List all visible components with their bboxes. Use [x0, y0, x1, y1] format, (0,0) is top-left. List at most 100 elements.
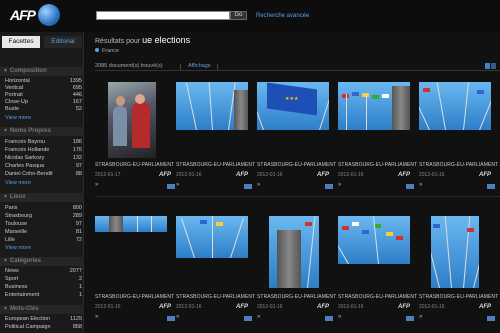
facet-label: Marseille — [5, 229, 28, 235]
expand-icon[interactable]: » — [338, 314, 341, 320]
top-bar: AFP Go Recherche avancée — [0, 0, 500, 32]
select-checkbox[interactable] — [487, 184, 495, 189]
facet-row[interactable]: Marseille 81 — [0, 229, 84, 236]
select-checkbox[interactable] — [406, 316, 414, 321]
photo-thumbnail[interactable] — [269, 216, 319, 288]
facet-header-noms-propres[interactable]: ▼ Noms Propres — [0, 127, 84, 136]
photo-card[interactable]: STRASBOURG-EU-PARLIAMENT 2012-01-16 AFP … — [419, 212, 500, 332]
expand-icon[interactable]: » — [176, 182, 179, 188]
facet-row[interactable]: Portrait 446 — [0, 92, 84, 99]
facet-row[interactable]: Buste 52 — [0, 106, 84, 113]
photo-card[interactable]: STRASBOURG-EU-PARLIAMENT 2012-01-16 AFP … — [176, 80, 260, 200]
photo-thumbnail[interactable] — [108, 82, 156, 158]
photo-card[interactable]: STRASBOURG-EU-PARLIAMENT 2012-01-17 AFP … — [95, 80, 179, 200]
photo-thumbnail[interactable] — [338, 216, 410, 264]
collapse-arrow-icon: ▼ — [3, 258, 8, 264]
facet-label: Daniel Cohn-Bendit — [5, 171, 53, 177]
photo-card[interactable]: STRASBOURG-EU-PARLIAMENT 2012-01-16 AFP … — [95, 212, 179, 332]
expand-icon[interactable]: » — [338, 182, 341, 188]
advanced-search-link[interactable]: Recherche avancée — [256, 13, 309, 19]
afp-logo[interactable]: AFP — [8, 4, 60, 26]
facet-count: 2077 — [69, 268, 82, 274]
facet-row[interactable]: Francois Bayrou 186 — [0, 139, 84, 146]
view-mode-buttons — [485, 63, 497, 70]
photo-card[interactable]: STRASBOURG-EU-PARLIAMENT 2012-01-16 AFP … — [338, 80, 422, 200]
expand-icon[interactable]: » — [419, 314, 422, 320]
facet-row[interactable]: Francois Hollande 176 — [0, 147, 84, 154]
facet-label: Entertainment — [5, 292, 40, 298]
photo-thumbnail[interactable] — [419, 82, 491, 130]
display-toggle[interactable]: Affichage — [188, 63, 211, 69]
photo-thumbnail[interactable] — [176, 216, 248, 258]
list-view-icon[interactable] — [491, 63, 496, 69]
filter-chip[interactable]: France — [95, 48, 119, 54]
photo-thumbnail[interactable] — [95, 216, 167, 232]
facet-count: 132 — [72, 155, 82, 161]
facet-header-categories[interactable]: ▼ Catégories — [0, 257, 84, 266]
photo-card[interactable]: ★★★ STRASBOURG-EU-PARLIAMENT 2012-01-16 … — [257, 80, 341, 200]
facet-row[interactable]: Charles Pasqua 97 — [0, 163, 84, 170]
select-checkbox[interactable] — [325, 184, 333, 189]
facet-label: Close-Up — [5, 99, 28, 105]
search-input[interactable] — [96, 11, 230, 20]
facet-row[interactable]: Sport 2 — [0, 276, 84, 283]
facet-row[interactable]: Horizontal 1395 — [0, 78, 84, 85]
photo-card[interactable]: STRASBOURG-EU-PARLIAMENT 2012-01-16 AFP … — [257, 212, 341, 332]
photo-thumbnail[interactable] — [431, 216, 479, 288]
tab-editorial[interactable]: Editorial — [44, 36, 82, 48]
results-prefix: Résultats pour — [95, 38, 141, 45]
facet-count: 1125 — [70, 316, 82, 322]
facet-count: 2 — [78, 276, 82, 282]
go-button[interactable]: Go — [230, 11, 247, 20]
view-more-link[interactable]: View more — [5, 180, 31, 186]
collapse-arrow-icon: ▼ — [3, 194, 8, 200]
facet-row[interactable]: Lille 72 — [0, 237, 84, 244]
photo-caption: STRASBOURG-EU-PARLIAMENT — [338, 294, 418, 300]
photo-card[interactable]: STRASBOURG-EU-PARLIAMENT 2012-01-16 AFP … — [338, 212, 422, 332]
photo-thumbnail[interactable]: ★★★ — [257, 82, 329, 130]
facet-row[interactable]: Nicolas Sarkozy 132 — [0, 155, 84, 162]
select-checkbox[interactable] — [244, 184, 252, 189]
photo-card[interactable]: STRASBOURG-EU-PARLIAMENT 2012-01-16 AFP … — [419, 80, 500, 200]
facet-count: 88 — [75, 171, 82, 177]
grid-view-icon[interactable] — [485, 63, 490, 69]
tab-facettes[interactable]: Facettes — [2, 36, 40, 48]
facet-count: 1 — [78, 292, 82, 298]
facet-row[interactable]: European Election 1125 — [0, 316, 84, 323]
facet-row[interactable]: Strasbourg 289 — [0, 213, 84, 220]
facet-row[interactable]: Close-Up 167 — [0, 99, 84, 106]
expand-icon[interactable]: » — [257, 182, 260, 188]
facet-row[interactable]: Political Campaign 858 — [0, 324, 84, 331]
expand-icon[interactable]: » — [95, 182, 98, 188]
expand-icon[interactable]: » — [419, 182, 422, 188]
photo-thumbnail[interactable] — [338, 82, 410, 130]
expand-icon[interactable]: » — [95, 314, 98, 320]
expand-icon[interactable]: » — [176, 314, 179, 320]
results-heading: Résultats pour ue elections — [95, 35, 190, 45]
facet-row[interactable]: Business 1 — [0, 284, 84, 291]
facet-count: 800 — [72, 205, 82, 211]
select-checkbox[interactable] — [167, 184, 175, 189]
facet-header-lieux[interactable]: ▼ Lieux — [0, 193, 84, 202]
photo-thumbnail[interactable] — [176, 82, 248, 130]
facet-row[interactable]: Daniel Cohn-Bendit 88 — [0, 171, 84, 178]
facet-row[interactable]: Paris 800 — [0, 205, 84, 212]
select-checkbox[interactable] — [325, 316, 333, 321]
facet-header-composition[interactable]: ▼ Composition — [0, 67, 84, 76]
photo-card[interactable]: STRASBOURG-EU-PARLIAMENT 2012-01-16 AFP … — [176, 212, 260, 332]
expand-icon[interactable]: » — [257, 314, 260, 320]
photo-caption: STRASBOURG-EU-PARLIAMENT — [95, 162, 175, 168]
facet-row[interactable]: News 2077 — [0, 268, 84, 275]
facet-row[interactable]: Vertical 695 — [0, 85, 84, 92]
photo-date: 2012-01-17 — [95, 172, 121, 178]
view-more-link[interactable]: View more — [5, 245, 31, 251]
select-checkbox[interactable] — [167, 316, 175, 321]
collapse-arrow-icon: ▼ — [3, 128, 8, 134]
facet-row[interactable]: Entertainment 1 — [0, 292, 84, 299]
select-checkbox[interactable] — [244, 316, 252, 321]
select-checkbox[interactable] — [487, 316, 495, 321]
facet-row[interactable]: Toulouse 97 — [0, 221, 84, 228]
view-more-link[interactable]: View more — [5, 115, 31, 121]
facet-header-mots-cles[interactable]: ▼ Mots-Clés — [0, 305, 84, 314]
select-checkbox[interactable] — [406, 184, 414, 189]
